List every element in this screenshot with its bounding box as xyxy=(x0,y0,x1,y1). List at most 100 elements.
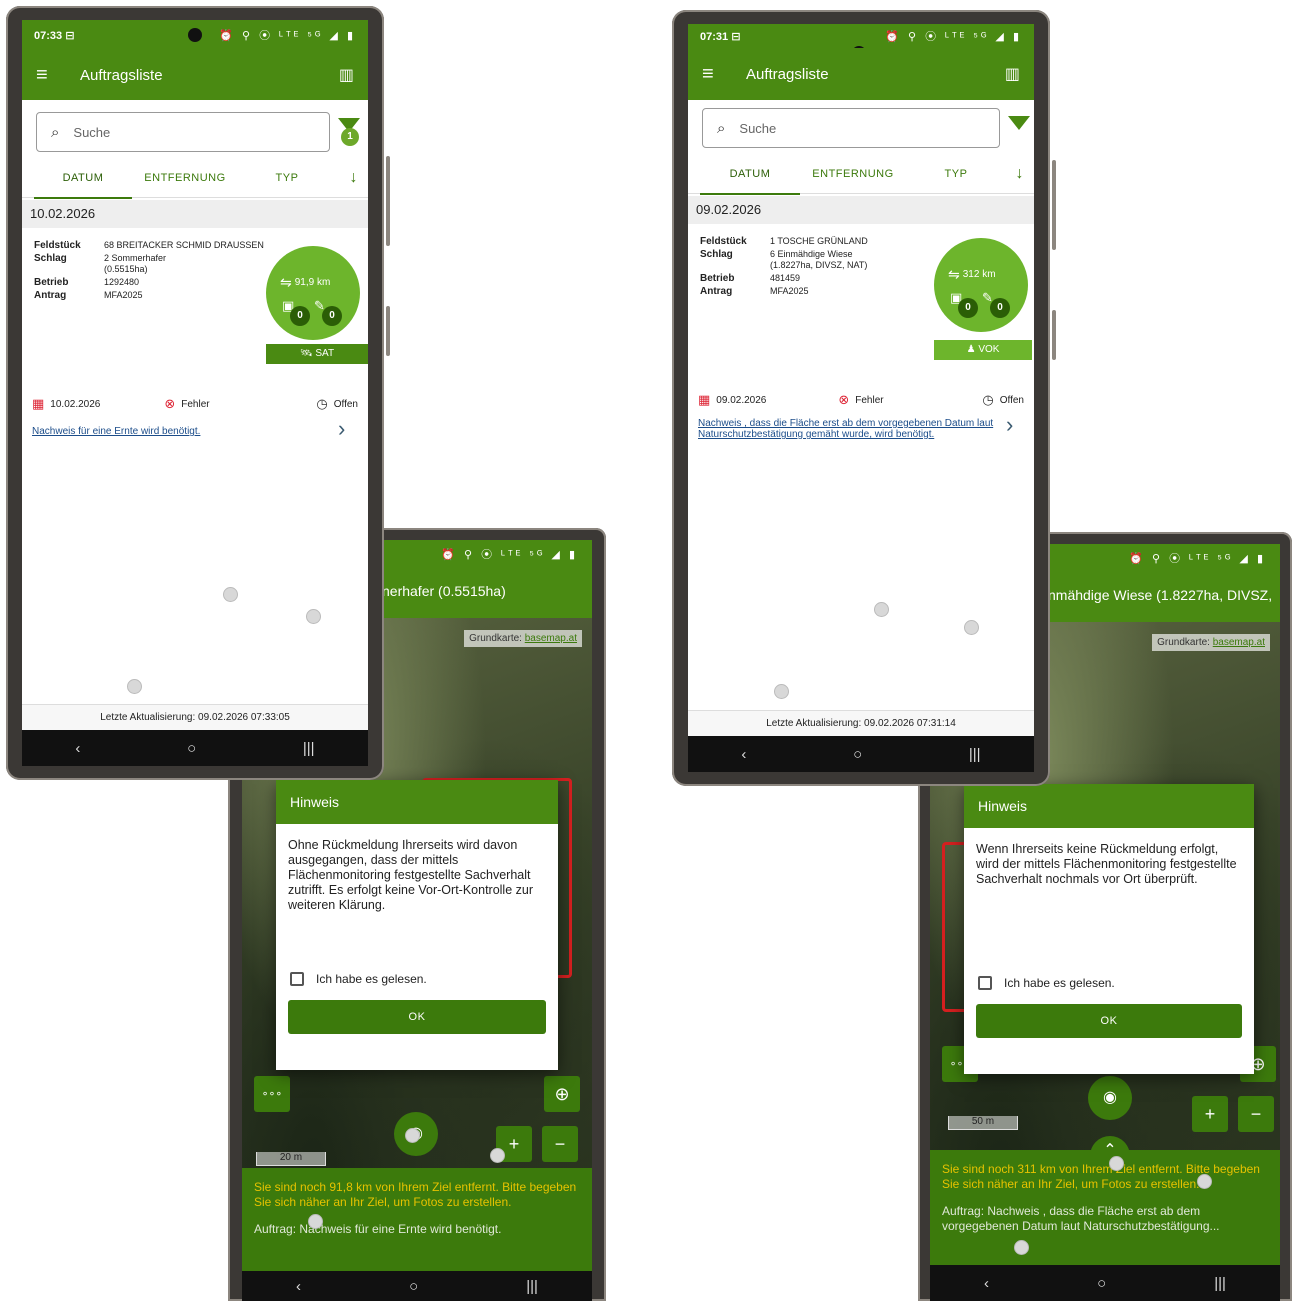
search-input[interactable]: ⌕ Suche xyxy=(702,108,1000,148)
side-button xyxy=(1052,310,1056,360)
requirement-link[interactable]: Nachweis für eine Ernte wird benötigt. xyxy=(32,426,312,437)
ok-button[interactable]: OK xyxy=(976,1004,1242,1038)
feldstueck-value: 68 BREITACKER SCHMID DRAUSSEN xyxy=(104,240,264,250)
home-icon[interactable]: ○ xyxy=(409,1278,418,1295)
status-bar: 07:31 ⊟ ⏰ ⚲ ⦿ ᴸᵀᴱ ⁵ᴳ ◢ ▮ xyxy=(688,24,1034,48)
person-icon: ♟ xyxy=(966,344,976,355)
distance-value: 312 km xyxy=(962,269,996,280)
error-icon: ⊗ xyxy=(164,396,176,411)
status-icons: ⏰ ⚲ ⦿ ᴸᵀᴱ ⁵ᴳ ◢ ▮ xyxy=(885,31,1022,43)
menu-icon[interactable]: ≡ xyxy=(36,64,66,87)
search-input[interactable]: ⌕ Suche xyxy=(36,112,330,152)
ok-button[interactable]: OK xyxy=(288,1000,546,1034)
touch-indicator xyxy=(308,1214,323,1229)
back-icon[interactable]: ‹ xyxy=(984,1275,989,1292)
antrag-label: Antrag xyxy=(700,286,733,297)
sort-direction-icon[interactable]: ↓ xyxy=(1016,165,1025,183)
back-icon[interactable]: ‹ xyxy=(296,1278,301,1295)
menu-icon[interactable]: ≡ xyxy=(702,63,732,86)
chevron-right-icon[interactable]: › xyxy=(338,416,345,442)
filter-badge: 1 xyxy=(341,128,359,146)
edit-count: 0 xyxy=(322,306,342,326)
side-button xyxy=(1052,160,1056,250)
schlag-label: Schlag xyxy=(34,253,67,264)
status-state: Offen xyxy=(333,398,358,410)
recent-apps-icon[interactable]: ||| xyxy=(303,740,315,757)
sort-tabs: DATUM ENTFERNUNG TYP ↓ xyxy=(688,154,1034,195)
list-item[interactable]: Feldstück 1 TOSCHE GRÜNLAND Schlag 6 Einmä… xyxy=(688,224,1034,524)
clock-icon: ◷ xyxy=(982,392,994,407)
clock-icon: ◷ xyxy=(316,396,328,411)
status-error: Fehler xyxy=(181,398,210,410)
home-icon[interactable]: ○ xyxy=(853,746,862,763)
dialog-title: Hinweis xyxy=(964,784,1254,828)
zoom-in-button[interactable]: + xyxy=(1192,1096,1228,1132)
feldstueck-value: 1 TOSCHE GRÜNLAND xyxy=(770,236,868,246)
status-date: 10.02.2026 xyxy=(50,398,101,410)
filter-button[interactable]: 1 xyxy=(336,116,362,146)
basemap-link[interactable]: basemap.at xyxy=(525,633,577,644)
status-date: 09.02.2026 xyxy=(716,394,767,406)
chevron-right-icon[interactable]: › xyxy=(1006,412,1013,438)
navigation-bar: ‹ ○ ||| xyxy=(22,730,368,766)
status-time: 07:31 ⊟ xyxy=(700,30,741,43)
satellite-icon: 🛰 xyxy=(299,348,313,359)
back-icon[interactable]: ‹ xyxy=(75,740,80,757)
calendar-icon: ▦ xyxy=(32,396,45,411)
app-bar: ≡ Auftragsliste ▥ xyxy=(22,50,368,100)
side-button xyxy=(386,306,390,356)
read-checkbox[interactable]: Ich habe es gelesen. xyxy=(276,972,558,986)
list-item[interactable]: Feldstück 68 BREITACKER SCHMID DRAUSSEN S… xyxy=(22,228,368,528)
tab-typ[interactable]: TYP xyxy=(238,158,336,198)
betrieb-label: Betrieb xyxy=(34,277,69,288)
calendar-icon: ▦ xyxy=(698,392,711,407)
status-row: ▦ 09.02.2026 ⊗ Fehler ◷ Offen xyxy=(698,392,1024,408)
antrag-value: MFA2025 xyxy=(104,290,143,300)
checkbox-icon[interactable] xyxy=(978,976,992,990)
auftrag-text: Auftrag: Nachweis für eine Ernte wird be… xyxy=(254,1222,502,1236)
more-button[interactable]: ∘∘∘ xyxy=(254,1076,290,1112)
touch-indicator xyxy=(223,587,238,602)
search-placeholder: Suche xyxy=(739,120,777,136)
touch-indicator xyxy=(306,609,321,624)
signpost-icon: ⇋ xyxy=(948,266,960,282)
tab-datum[interactable]: DATUM xyxy=(34,158,132,199)
side-button xyxy=(386,156,390,246)
field-details: Feldstück 68 BREITACKER SCHMID DRAUSSEN S… xyxy=(34,240,264,303)
recent-apps-icon[interactable]: ||| xyxy=(969,746,981,763)
home-icon[interactable]: ○ xyxy=(1097,1275,1106,1292)
recent-apps-icon[interactable]: ||| xyxy=(526,1278,538,1295)
betrieb-value: 1292480 xyxy=(104,277,140,287)
zoom-out-button[interactable]: − xyxy=(542,1126,578,1162)
basemap-link[interactable]: basemap.at xyxy=(1213,637,1265,648)
app-bar: ≡ Auftragsliste ▥ xyxy=(688,48,1034,100)
sort-tabs: DATUM ENTFERNUNG TYP ↓ xyxy=(22,158,368,199)
camera-button[interactable]: ◉ xyxy=(1088,1076,1132,1120)
tab-entfernung[interactable]: ENTFERNUNG xyxy=(800,154,906,194)
touch-indicator xyxy=(964,620,979,635)
tab-entfernung[interactable]: ENTFERNUNG xyxy=(132,158,238,198)
read-checkbox[interactable]: Ich habe es gelesen. xyxy=(964,976,1254,990)
filter-button[interactable] xyxy=(1006,114,1032,144)
search-icon: ⌕ xyxy=(51,123,60,141)
search-icon: ⌕ xyxy=(717,119,726,137)
map-icon[interactable]: ▥ xyxy=(339,65,354,85)
photo-count: 0 xyxy=(958,298,978,318)
betrieb-value: 481459 xyxy=(770,273,801,283)
tab-typ[interactable]: TYP xyxy=(906,154,1006,194)
distance-warning: Sie sind noch 311 km von Ihrem Ziel entf… xyxy=(942,1162,1260,1191)
sort-direction-icon[interactable]: ↓ xyxy=(350,169,359,187)
zoom-out-button[interactable]: − xyxy=(1238,1096,1274,1132)
dialog-title: Hinweis xyxy=(276,780,558,824)
tab-datum[interactable]: DATUM xyxy=(700,154,800,195)
hinweis-dialog: Hinweis Wenn Ihrerseits keine Rückmeldun… xyxy=(964,784,1254,1074)
locate-button[interactable]: ⊕ xyxy=(544,1076,580,1112)
checkbox-icon[interactable] xyxy=(290,972,304,986)
home-icon[interactable]: ○ xyxy=(187,740,196,757)
feldstueck-label: Feldstück xyxy=(700,236,747,247)
requirement-link[interactable]: Nachweis , dass die Fläche erst ab dem v… xyxy=(698,418,998,440)
recent-apps-icon[interactable]: ||| xyxy=(1214,1275,1226,1292)
back-icon[interactable]: ‹ xyxy=(741,746,746,763)
status-icons: ⏰ ⚲ ⦿ ᴸᵀᴱ ⁵ᴳ ◢ ▮ xyxy=(219,30,356,42)
map-icon[interactable]: ▥ xyxy=(1005,64,1020,84)
